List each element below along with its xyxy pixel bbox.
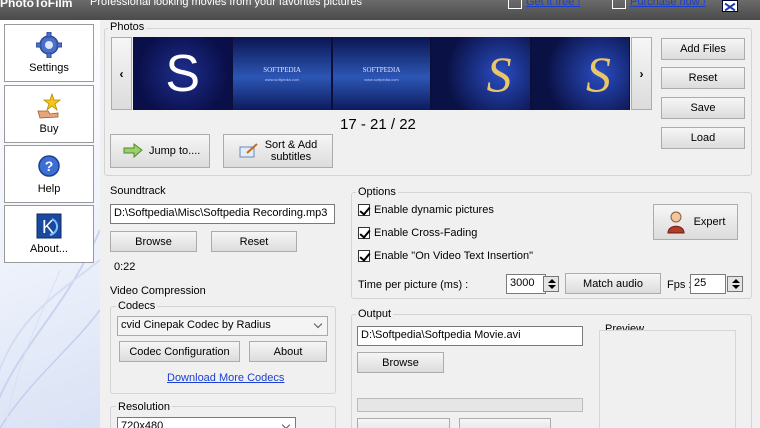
enable-crossfade-checkbox[interactable]: Enable Cross-Fading	[358, 227, 477, 239]
nav-about-label: About...	[30, 243, 68, 255]
stop-button[interactable]	[459, 418, 551, 428]
photos-reset-button[interactable]: Reset	[661, 67, 745, 89]
fps-spinner-icon[interactable]	[727, 276, 743, 292]
resolution-selected-value: 720x480	[121, 420, 164, 428]
time-per-picture-label: Time per picture (ms) :	[358, 279, 469, 291]
output-label: Output	[356, 308, 394, 320]
options-label: Options	[356, 186, 398, 198]
fps-input[interactable]: 25	[690, 274, 726, 294]
output-browse-button[interactable]: Browse	[357, 352, 444, 373]
nav-about-button[interactable]: K About...	[4, 205, 94, 263]
codec-about-button[interactable]: About	[249, 341, 327, 362]
start-button[interactable]	[357, 418, 450, 428]
nav-settings-label: Settings	[29, 62, 69, 74]
resolution-label: Resolution	[116, 401, 172, 413]
about-k-logo-icon: K	[36, 213, 62, 239]
photos-save-button[interactable]: Save	[661, 97, 745, 119]
codec-configuration-button[interactable]: Codec Configuration	[119, 341, 240, 362]
time-per-picture-input[interactable]: 3000	[506, 274, 546, 294]
thumb-softpedia-text: SOFTPEDIA	[263, 66, 301, 74]
add-files-button[interactable]: Add Files	[661, 38, 745, 60]
photos-load-button[interactable]: Load	[661, 127, 745, 149]
progress-bar	[357, 398, 583, 412]
app-tagline: Professional looking movies from your fa…	[90, 0, 363, 8]
soundtrack-reset-button[interactable]: Reset	[211, 231, 297, 252]
thumb-url-text: www.softpedia.com	[364, 77, 399, 82]
expert-button[interactable]: Expert	[653, 204, 738, 240]
get-it-free-link[interactable]: Get it free !	[508, 0, 581, 9]
fps-label: Fps :	[667, 279, 692, 291]
jump-to-button[interactable]: Jump to....	[110, 134, 210, 168]
cart-icon	[508, 0, 522, 9]
enable-dynamic-label: Enable dynamic pictures	[374, 204, 494, 216]
resolution-select[interactable]: 720x480	[117, 417, 296, 428]
chevron-left-icon: ‹	[119, 66, 124, 81]
photo-strip: S SOFTPEDIA www.softpedia.com SOFTPEDIA …	[133, 37, 630, 110]
buy-hand-star-icon	[36, 92, 62, 119]
codecs-label: Codecs	[116, 300, 158, 312]
checkbox-checked-icon	[358, 204, 370, 216]
soundtrack-path-input[interactable]: D:\Softpedia\Misc\Softpedia Recording.mp…	[110, 204, 335, 224]
checkbox-checked-icon	[358, 227, 370, 239]
title-bar: PhotoToFilm Professional looking movies …	[0, 0, 760, 20]
soundtrack-label: Soundtrack	[108, 185, 168, 197]
soundtrack-duration: 0:22	[114, 261, 136, 273]
get-it-free-label: Get it free !	[526, 0, 581, 8]
settings-gear-icon	[35, 31, 63, 59]
match-audio-button[interactable]: Match audio	[565, 273, 661, 294]
cart-icon	[612, 0, 626, 9]
nav-buy-label: Buy	[39, 123, 59, 135]
soundtrack-browse-button[interactable]: Browse	[110, 231, 197, 252]
photo-thumbnail[interactable]: SOFTPEDIA www.softpedia.com	[233, 37, 331, 110]
thumb-s-letter: S	[165, 44, 201, 103]
photo-counter: 17 - 21 / 22	[340, 116, 416, 133]
sort-subtitles-icon	[239, 143, 258, 158]
chevron-right-icon: ›	[639, 66, 644, 81]
sort-add-label-line2: subtitles	[270, 151, 312, 163]
expert-person-icon	[667, 211, 685, 234]
thumb-url-text: www.softpedia.com	[264, 77, 300, 82]
enable-text-insertion-checkbox[interactable]: Enable "On Video Text Insertion"	[358, 250, 533, 262]
flag-icon[interactable]	[722, 0, 738, 12]
codec-select[interactable]: cvid Cinepak Codec by Radius	[117, 316, 328, 336]
checkbox-checked-icon	[358, 250, 370, 262]
time-spinner-icon[interactable]	[543, 276, 559, 292]
purchase-now-link[interactable]: Purchase now !	[612, 0, 706, 9]
chevron-down-icon	[281, 420, 291, 428]
output-path-input[interactable]: D:\Softpedia\Softpedia Movie.avi	[357, 326, 583, 346]
nav-help-button[interactable]: ? Help	[4, 145, 94, 203]
chevron-down-icon	[313, 319, 323, 329]
thumb-softpedia-text: SOFTPEDIA	[362, 66, 401, 74]
photo-thumbnail[interactable]: S	[531, 37, 630, 110]
jump-arrow-icon	[123, 143, 143, 159]
preview-area	[599, 330, 736, 428]
photos-prev-button[interactable]: ‹	[111, 37, 132, 110]
codec-selected-value: cvid Cinepak Codec by Radius	[121, 319, 271, 331]
photo-thumbnail[interactable]: SOFTPEDIA www.softpedia.com	[332, 37, 431, 110]
enable-crossfade-label: Enable Cross-Fading	[374, 227, 478, 239]
sort-add-label-line1: Sort & Add	[264, 139, 318, 151]
sort-add-subtitles-button[interactable]: Sort & Add subtitles	[223, 134, 333, 168]
photos-next-button[interactable]: ›	[631, 37, 652, 110]
svg-text:?: ?	[45, 158, 54, 174]
help-question-icon: ?	[36, 153, 62, 179]
thumb-swirl-s: S	[586, 46, 612, 102]
download-more-codecs-link[interactable]: Download More Codecs	[167, 372, 284, 384]
jump-to-label: Jump to....	[149, 145, 201, 157]
photos-label: Photos	[108, 21, 147, 33]
photo-thumbnail[interactable]: S	[432, 37, 530, 110]
thumb-swirl-s: S	[486, 46, 512, 102]
app-name: PhotoToFilm	[0, 0, 73, 10]
enable-text-insertion-label: Enable "On Video Text Insertion"	[374, 250, 534, 262]
nav-buy-button[interactable]: Buy	[4, 85, 94, 143]
expert-label: Expert	[693, 216, 726, 228]
enable-dynamic-checkbox[interactable]: Enable dynamic pictures	[358, 204, 494, 216]
nav-help-label: Help	[37, 183, 61, 195]
purchase-now-label: Purchase now !	[630, 0, 706, 8]
video-compression-label: Video Compression	[108, 285, 208, 297]
nav-settings-button[interactable]: Settings	[4, 24, 94, 82]
photo-thumbnail[interactable]: S	[134, 37, 232, 110]
